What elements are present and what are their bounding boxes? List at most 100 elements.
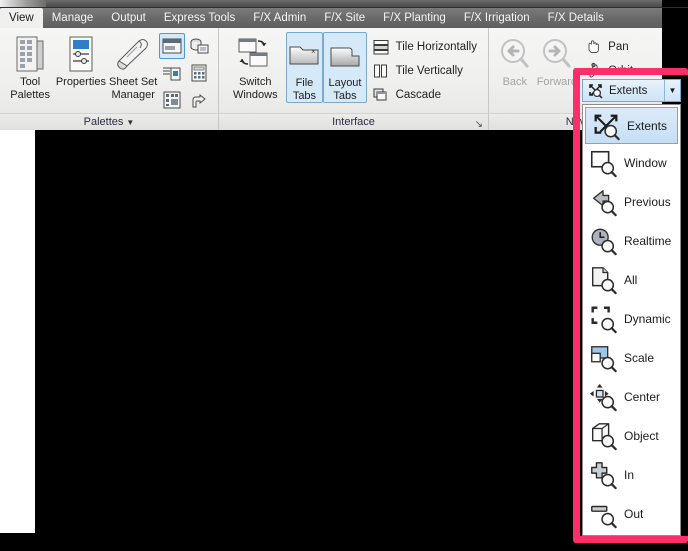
zoom-previous-icon: [588, 187, 618, 217]
zoom-menu-item-label: All: [624, 273, 638, 288]
properties-button[interactable]: Properties: [54, 32, 107, 89]
navigate-row-list: Pan Orbit ▼: [579, 32, 656, 82]
layout-tabs-label: Layout Tabs: [328, 77, 362, 102]
title-strip-right-block: [662, 0, 688, 8]
window-title-strip: [0, 0, 688, 8]
zoom-dropdown-arrow[interactable]: ▼: [664, 80, 680, 101]
zoom-menu-item-label: Window: [624, 156, 667, 171]
zoom-all-icon: [588, 265, 618, 295]
zoom-extents-split-button[interactable]: Extents ▼: [582, 79, 681, 102]
zoom-dropdown-menu[interactable]: Extents Window Previous Realtime All Dynamic S…: [582, 104, 681, 536]
ribbon-tab-manage[interactable]: Manage: [43, 8, 103, 28]
data-extraction-icon[interactable]: [159, 87, 185, 113]
zoom-back-label: Back: [502, 76, 528, 88]
pan-button[interactable]: Pan: [579, 35, 656, 58]
zoom-extents-icon: [591, 111, 621, 141]
zoom-menu-item-label: Dynamic: [624, 312, 671, 327]
zoom-in-icon: [588, 460, 618, 490]
tile-horizontally-button[interactable]: Tile Horizontally: [367, 35, 482, 58]
canvas-left-bottom-strip: [0, 533, 35, 551]
zoom-back-button[interactable]: Back: [495, 32, 535, 89]
tool-palettes-icon: [13, 34, 47, 74]
zoom-menu-item-object[interactable]: Object: [583, 416, 680, 455]
zoom-menu-item-all[interactable]: All: [583, 261, 680, 300]
switch-windows-button[interactable]: Switch Windows: [225, 32, 286, 101]
orbit-label: Orbit: [608, 64, 634, 77]
zoom-menu-item-in[interactable]: In: [583, 455, 680, 494]
ribbon-tab-f-x-details[interactable]: F/X Details: [539, 8, 613, 28]
properties-label: Properties: [55, 76, 106, 88]
zoom-out-icon: [588, 499, 618, 529]
zoom-forward-icon: [539, 34, 575, 74]
ribbon-tab-output[interactable]: Output: [102, 8, 155, 28]
interface-panel-title: Interface: [332, 116, 375, 128]
properties-icon: [64, 34, 98, 74]
zoom-menu-item-previous[interactable]: Previous: [583, 183, 680, 222]
switch-windows-label: Switch Windows: [232, 76, 278, 101]
zoom-menu-item-label: Realtime: [624, 234, 672, 249]
interface-row-list: Tile Horizontally Tile Vertically Cascad…: [367, 32, 482, 106]
layout-tabs-icon: [328, 35, 362, 75]
zoom-menu-item-center[interactable]: Center: [583, 377, 680, 416]
switch-windows-icon: [235, 34, 275, 74]
tool-palettes-button[interactable]: Tool Palettes: [6, 32, 54, 101]
palettes-small-icon-grid: [158, 33, 212, 113]
ribbon-panel-interface: Switch Windows × File Tabs Layout Tabs T…: [219, 28, 489, 130]
zoom-menu-item-label: Scale: [624, 351, 655, 365]
chevron-down-icon: ▼: [126, 118, 135, 127]
materials-browser-icon[interactable]: [186, 87, 212, 113]
zoom-forward-button[interactable]: Forward: [535, 32, 580, 89]
sheet-set-manager-button[interactable]: Sheet Set Manager: [107, 32, 159, 101]
ribbon-tab-f-x-irrigation[interactable]: F/X Irrigation: [455, 8, 539, 28]
zoom-extents-button-label: Extents: [609, 84, 648, 97]
zoom-scale-icon: [588, 343, 618, 373]
orbit-icon: [584, 62, 602, 80]
interface-panel-body: Switch Windows × File Tabs Layout Tabs T…: [219, 28, 488, 113]
tile-horizontally-icon: [372, 38, 390, 56]
palettes-panel-title: Palettes: [83, 116, 124, 128]
tile-vertically-button[interactable]: Tile Vertically: [367, 59, 482, 82]
zoom-menu-item-out[interactable]: Out: [583, 494, 680, 533]
cascade-label: Cascade: [395, 88, 441, 101]
dbconnect-icon[interactable]: [186, 33, 212, 59]
quickcalc-icon[interactable]: [186, 60, 212, 86]
external-references-icon[interactable]: [158, 33, 185, 59]
zoom-menu-item-window[interactable]: Window: [583, 144, 680, 183]
tool-palettes-label: Tool Palettes: [10, 76, 51, 101]
zoom-menu-item-scale[interactable]: Scale: [583, 339, 680, 378]
file-tabs-button[interactable]: × File Tabs: [285, 32, 324, 103]
palettes-panel-body: Tool Palettes Properties Sheet Set Manag…: [0, 28, 218, 113]
zoom-menu-item-extents[interactable]: Extents: [585, 107, 678, 145]
chevron-down-icon[interactable]: ▼: [643, 66, 651, 75]
zoom-menu-item-realtime[interactable]: Realtime: [583, 222, 680, 261]
zoom-menu-item-dynamic[interactable]: Dynamic: [583, 300, 680, 339]
interface-panel-footer: Interface ↘: [219, 113, 488, 130]
cascade-button[interactable]: Cascade: [367, 83, 482, 106]
canvas-left-margin: [0, 130, 35, 533]
zoom-extents-main-part[interactable]: Extents: [583, 82, 664, 99]
palettes-panel-footer[interactable]: Palettes ▼: [0, 113, 218, 130]
tile-vertically-label: Tile Vertically: [395, 64, 463, 77]
ribbon-tab-f-x-site[interactable]: F/X Site: [315, 8, 374, 28]
ribbon-tab-f-x-admin[interactable]: F/X Admin: [244, 8, 315, 28]
ribbon-tab-f-x-planting[interactable]: F/X Planting: [374, 8, 455, 28]
ribbon-panel-area: Tool Palettes Properties Sheet Set Manag…: [0, 28, 662, 130]
dialog-launcher-icon[interactable]: ↘: [475, 116, 483, 133]
markup-set-manager-icon[interactable]: [159, 60, 185, 86]
zoom-menu-item-label: Object: [624, 428, 659, 443]
tab-bar-right-block: [662, 8, 688, 28]
zoom-menu-item-label: Center: [624, 389, 661, 404]
zoom-dynamic-icon: [588, 304, 618, 334]
ribbon-tab-express-tools[interactable]: Express Tools: [155, 8, 244, 28]
tile-vertically-icon: [372, 62, 390, 80]
file-tabs-label: File Tabs: [292, 77, 317, 102]
pan-label: Pan: [608, 40, 629, 53]
sheet-set-manager-label: Sheet Set Manager: [109, 76, 158, 101]
autocad-window: View Manage Output Express Tools F/X Admin F/…: [0, 0, 688, 551]
ribbon-tab-view[interactable]: View: [0, 8, 43, 28]
layout-tabs-button[interactable]: Layout Tabs: [323, 32, 367, 103]
zoom-menu-item-label: Previous: [624, 195, 671, 210]
ribbon-tab-bar: View Manage Output Express Tools F/X Admin F/…: [0, 8, 688, 28]
zoom-realtime-icon: [588, 226, 618, 256]
zoom-forward-label: Forward: [536, 76, 578, 88]
